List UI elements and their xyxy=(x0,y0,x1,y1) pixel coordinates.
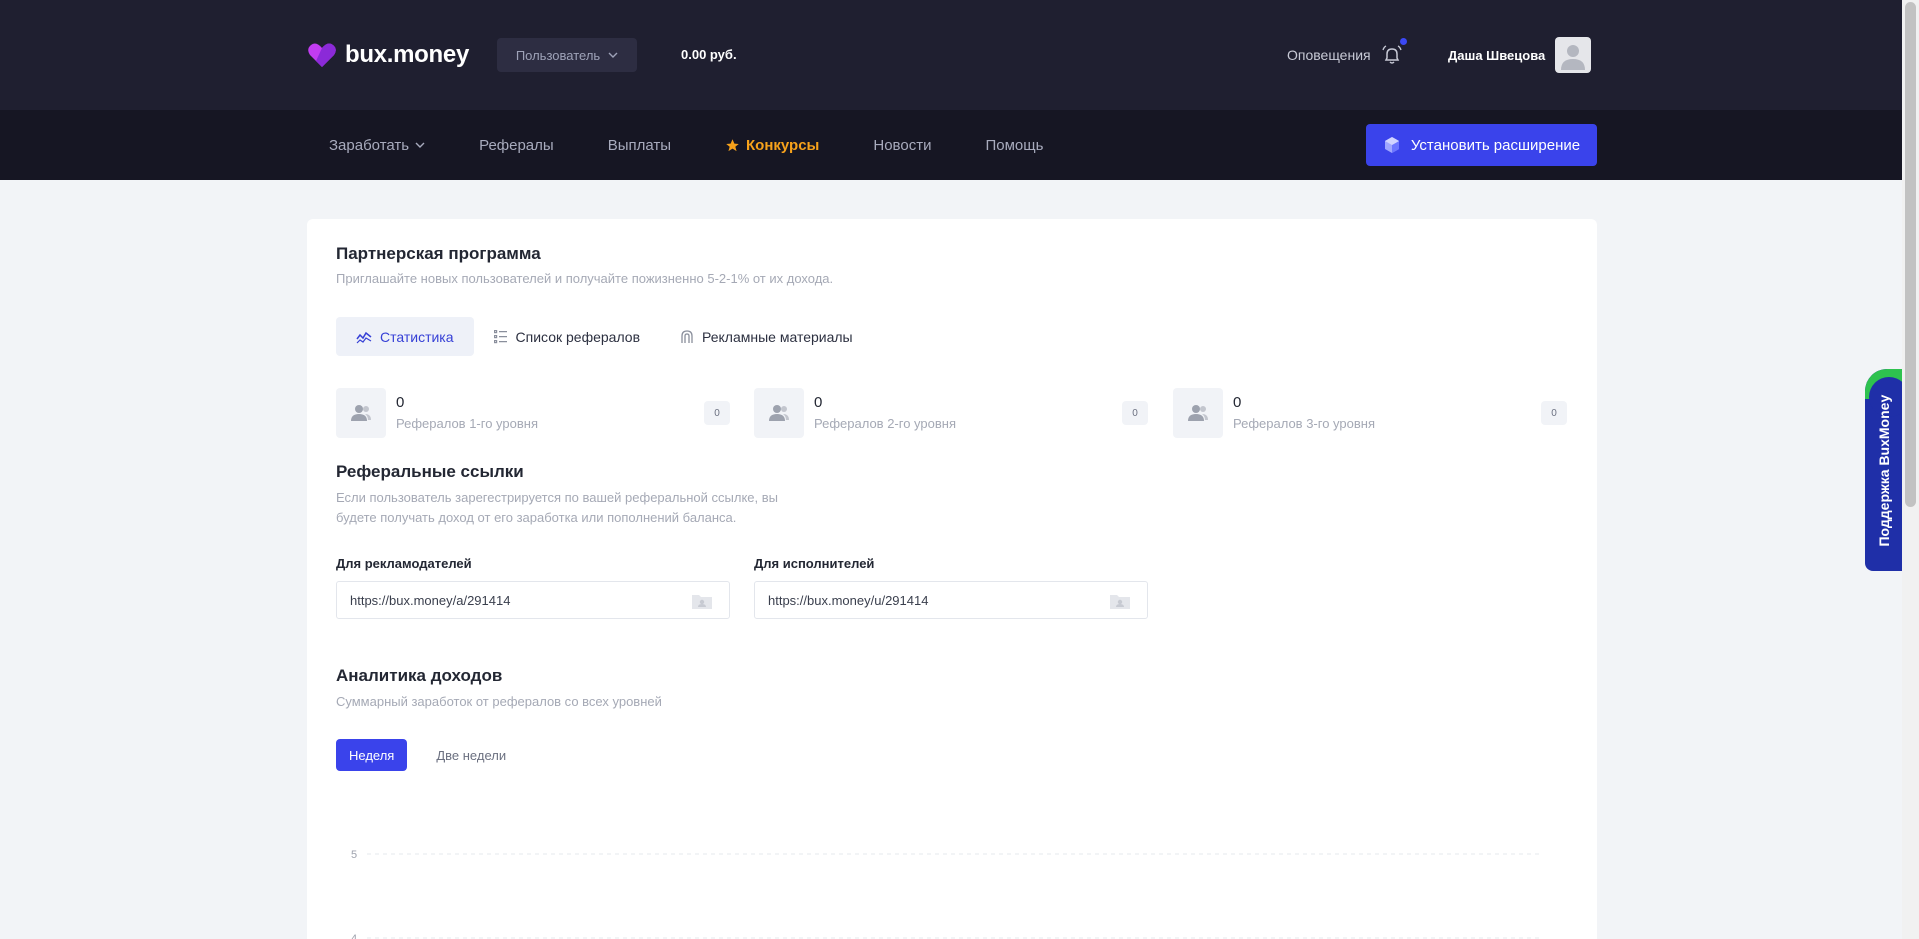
partner-tabs: Статистика Список рефералов Рекламные ма… xyxy=(336,317,873,356)
ref-links-title: Реферальные ссылки xyxy=(336,462,524,481)
stat-level-2: 0 Рефералов 2-го уровня 0 xyxy=(754,388,1148,438)
nav-item-payouts[interactable]: Выплаты xyxy=(608,137,671,154)
nav-item-label: Заработать xyxy=(329,136,410,154)
balance: 0.00 руб. xyxy=(681,47,737,62)
magnet-icon xyxy=(681,329,693,343)
ref-links-subtitle-line1: Если пользователь зарегестрируется по ва… xyxy=(336,490,778,505)
tab-label: Статистика xyxy=(380,328,454,345)
users-icon xyxy=(754,388,804,438)
scrollbar[interactable] xyxy=(1902,0,1919,939)
stat-badge: 0 xyxy=(1541,401,1567,425)
main-nav: Заработать Рефералы Выплаты Конкурсы Нов… xyxy=(0,110,1902,180)
tab-label: Список рефералов xyxy=(515,328,640,345)
stat-level-1: 0 Рефералов 1-го уровня 0 xyxy=(336,388,730,438)
stat-level-3: 0 Рефералов 3-го уровня 0 xyxy=(1173,388,1567,438)
stat-count: 0 xyxy=(1233,394,1242,411)
logo[interactable]: bux.money xyxy=(307,40,469,70)
support-tab-label: Поддержка BuxMoney xyxy=(1875,394,1892,547)
nav-item-label: Помощь xyxy=(985,136,1044,154)
tab-referral-list[interactable]: Список рефералов xyxy=(474,317,660,356)
bell-icon[interactable] xyxy=(1381,38,1407,66)
notification-dot xyxy=(1399,38,1407,45)
install-extension-label: Установить расширение xyxy=(1410,136,1581,154)
chevron-down-icon xyxy=(415,142,425,148)
period-week[interactable]: Неделя xyxy=(336,739,408,771)
logo-heart-icon xyxy=(308,43,336,67)
partner-title: Партнерская программа xyxy=(336,244,541,263)
performers-link-input[interactable] xyxy=(754,581,1148,619)
partner-program-card: Партнерская программа Приглашайте новых … xyxy=(307,219,1597,939)
performers-link-label: Для исполнителей xyxy=(754,556,875,571)
chart-line-icon xyxy=(356,331,372,343)
income-chart: 54 xyxy=(351,849,1542,939)
partner-subtitle: Приглашайте новых пользователей и получа… xyxy=(336,271,834,286)
y-tick-label: 5 xyxy=(351,849,357,861)
y-tick-label: 4 xyxy=(351,933,357,939)
stat-badge: 0 xyxy=(704,401,730,425)
support-tab[interactable]: Поддержка BuxMoney xyxy=(1865,369,1902,571)
nav-item-referrals[interactable]: Рефералы xyxy=(479,137,554,154)
period-tabs: Неделя Две недели xyxy=(336,739,519,771)
users-icon xyxy=(1173,388,1223,438)
avatar[interactable] xyxy=(1555,37,1592,73)
logo-text: bux.money xyxy=(345,41,469,68)
analytics-subtitle: Суммарный заработок от рефералов со всех… xyxy=(336,694,662,709)
nav-item-label: Конкурсы xyxy=(746,136,820,154)
stat-count: 0 xyxy=(814,394,823,411)
cube-icon xyxy=(1384,137,1399,153)
nav-item-label: Выплаты xyxy=(607,136,672,154)
period-two-weeks[interactable]: Две недели xyxy=(423,739,519,771)
role-select-value: Пользователь xyxy=(515,47,601,63)
notifications-label: Оповещения xyxy=(1287,47,1371,63)
stat-label: Рефералов 2-го уровня xyxy=(814,416,956,431)
tab-statistics[interactable]: Статистика xyxy=(336,317,474,356)
ref-links-subtitle-line2: будете получать доход от его заработка и… xyxy=(336,510,737,525)
advertisers-link-input[interactable] xyxy=(336,581,730,619)
tab-label: Рекламные материалы xyxy=(702,328,853,345)
copy-icon[interactable] xyxy=(1109,592,1131,610)
users-icon xyxy=(336,388,386,438)
copy-icon[interactable] xyxy=(691,592,713,610)
notifications-button[interactable]: Оповещения xyxy=(1287,38,1407,66)
role-select[interactable]: Пользователь xyxy=(497,38,637,72)
star-icon xyxy=(726,138,739,151)
list-icon xyxy=(493,329,507,343)
stat-badge: 0 xyxy=(1122,401,1148,425)
chevron-down-icon xyxy=(608,52,618,58)
stat-label: Рефералов 3-го уровня xyxy=(1233,416,1375,431)
nav-item-earn[interactable]: Заработать xyxy=(329,137,425,154)
advertisers-link-label: Для рекламодателей xyxy=(336,556,472,571)
user-name: Даша Швецова xyxy=(1448,47,1546,63)
nav-item-label: Рефералы xyxy=(479,136,554,154)
nav-item-contests[interactable]: Конкурсы xyxy=(725,137,819,154)
scrollbar-thumb[interactable] xyxy=(1905,2,1916,507)
stat-count: 0 xyxy=(396,394,405,411)
top-header: bux.money Пользователь 0.00 руб. Оповеще… xyxy=(0,0,1902,110)
analytics-title: Аналитика доходов xyxy=(336,666,503,685)
nav-item-label: Новости xyxy=(873,136,932,154)
user-menu[interactable]: Даша Швецова xyxy=(1448,37,1592,73)
nav-item-news[interactable]: Новости xyxy=(873,137,931,154)
stat-label: Рефералов 1-го уровня xyxy=(396,416,538,431)
tab-promo-materials[interactable]: Рекламные материалы xyxy=(660,317,873,356)
nav-item-help[interactable]: Помощь xyxy=(985,137,1043,154)
install-extension-button[interactable]: Установить расширение xyxy=(1366,124,1597,166)
